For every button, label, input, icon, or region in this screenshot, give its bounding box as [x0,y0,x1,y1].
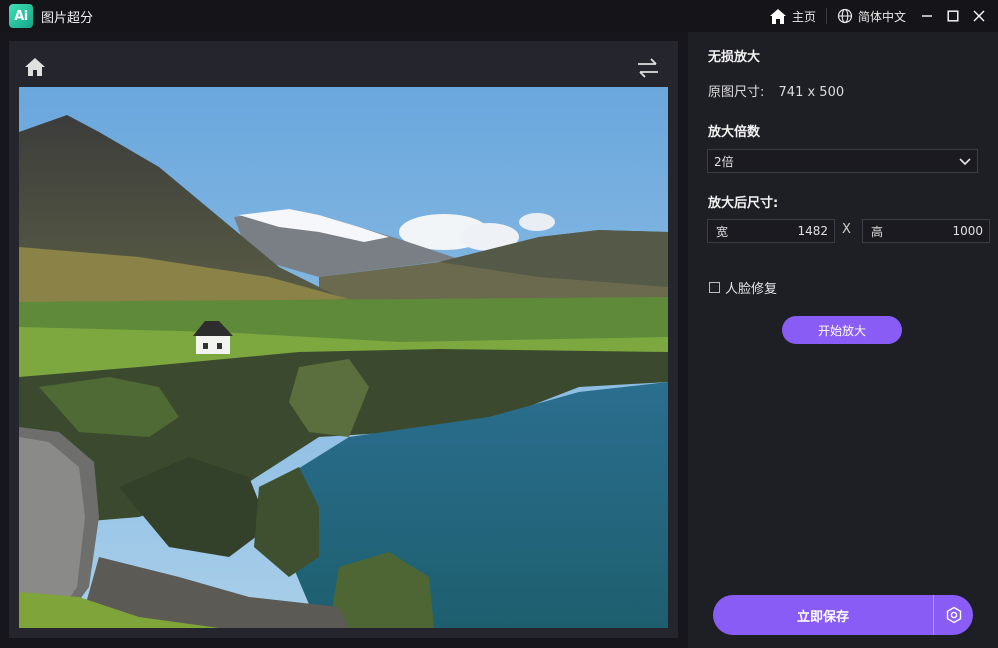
lossless-title: 无损放大 [708,50,761,65]
start-upscale-button[interactable]: 开始放大 [782,316,902,344]
home-nav-label: 主页 [791,9,816,24]
minimize-button[interactable] [916,5,938,27]
app-title: 图片超分 [41,10,94,26]
scale-dropdown[interactable]: 2倍 [707,149,978,173]
titlebar-controls: 主页 简体中文 [769,0,998,32]
face-repair-label: 人脸修复 [725,282,778,297]
maximize-button[interactable] [942,5,964,27]
app-logo: Ai [9,4,33,28]
hexagon-settings-icon [946,606,961,624]
size-separator: X [842,222,851,237]
titlebar-divider [825,8,827,24]
original-size-value: 741 x 500 [778,85,845,100]
save-settings-button[interactable] [933,595,973,635]
language-selector[interactable]: 简体中文 [837,8,906,25]
preview-panel [9,41,678,638]
image-preview [19,87,668,628]
width-field[interactable]: 宽 1482 [707,219,835,243]
face-repair-checkbox[interactable] [709,282,720,293]
save-button-group: 立即保存 [713,595,973,635]
save-now-button[interactable]: 立即保存 [713,595,933,635]
home-nav-button[interactable]: 主页 [769,8,816,25]
landscape-photo [19,87,668,628]
globe-icon [837,8,853,24]
swap-icon [638,58,658,78]
language-label: 简体中文 [857,9,906,24]
close-icon [973,10,985,22]
home-icon [25,58,45,76]
face-repair-option[interactable]: 人脸修复 [709,278,777,297]
preview-home-button[interactable] [24,57,46,79]
scale-selected: 2倍 [714,154,734,169]
output-size-title: 放大后尺寸: [708,196,779,211]
width-value: 1482 [797,224,828,238]
width-label: 宽 [716,224,729,239]
height-field[interactable]: 高 1000 [862,219,990,243]
compare-swap-button[interactable] [636,57,660,79]
close-button[interactable] [968,5,990,27]
minimize-icon [922,15,932,17]
maximize-icon [947,10,959,22]
home-icon [769,8,786,24]
scale-title: 放大倍数 [708,125,761,140]
chevron-down-icon [959,158,971,166]
settings-panel: 无损放大 原图尺寸: 741 x 500 放大倍数 2倍 放大后尺寸: 宽 14… [688,32,998,648]
original-size-row: 原图尺寸: 741 x 500 [708,81,844,100]
height-label: 高 [871,224,884,239]
title-bar: Ai 图片超分 主页 简体中文 [0,0,998,32]
height-value: 1000 [952,224,983,238]
original-size-label: 原图尺寸: [708,85,765,100]
